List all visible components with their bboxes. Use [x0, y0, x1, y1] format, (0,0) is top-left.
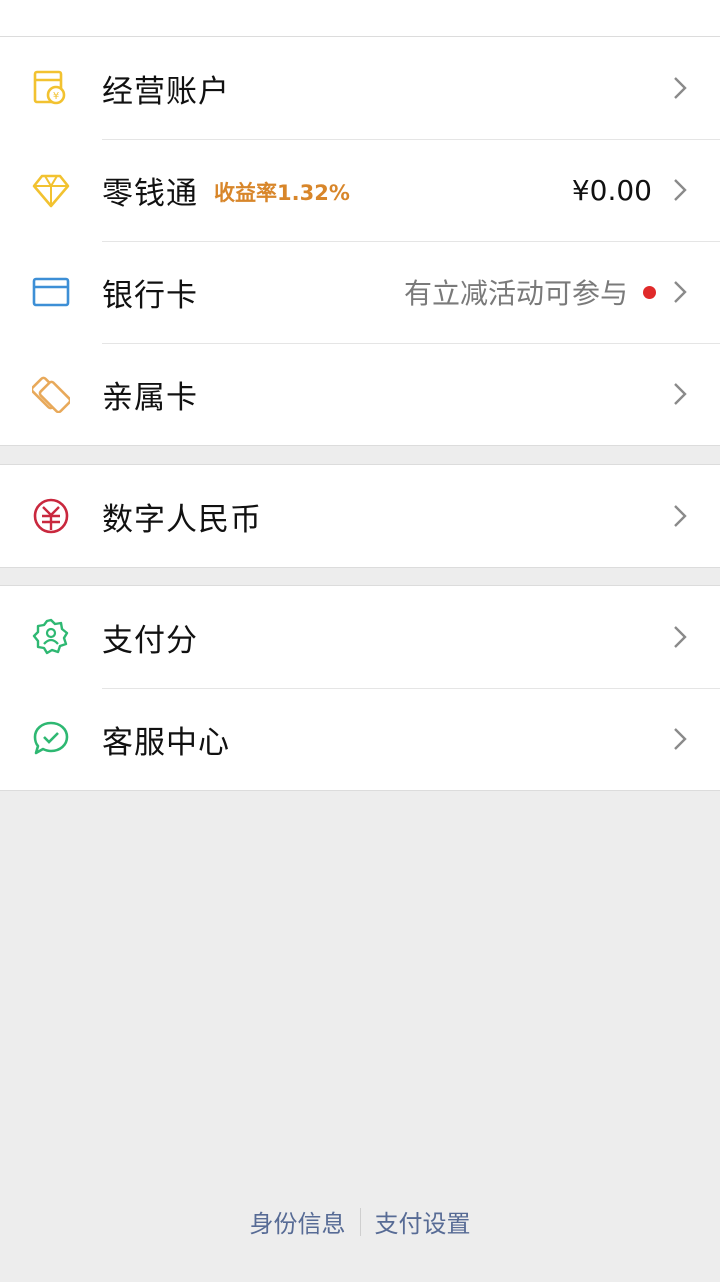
menu-item-business-account[interactable]: ¥ 经营账户: [0, 37, 720, 139]
menu-item-bank-card[interactable]: 银行卡 有立减活动可参与: [0, 241, 720, 343]
menu-item-pay-score[interactable]: 支付分: [0, 586, 720, 688]
menu-label: 数字人民币: [102, 501, 262, 538]
chevron-right-icon: [674, 179, 687, 201]
diamond-icon: [32, 174, 70, 208]
chevron-right-icon: [674, 626, 687, 648]
menu-item-family-card[interactable]: 亲属卡: [0, 343, 720, 445]
family-card-icon: [32, 376, 70, 413]
menu-item-digital-rmb[interactable]: 数字人民币: [0, 465, 720, 567]
bank-card-icon: [32, 277, 70, 307]
balance-value: ¥0.00: [571, 173, 652, 207]
services-group: 支付分 客服中心: [0, 585, 720, 791]
payment-settings-link[interactable]: 支付设置: [375, 1204, 471, 1239]
menu-label: 支付分: [102, 622, 198, 659]
business-account-icon: ¥: [33, 70, 66, 105]
top-partial-group: [0, 0, 720, 37]
menu-label: 银行卡: [102, 277, 198, 314]
digital-rmb-group: 数字人民币: [0, 464, 720, 568]
menu-label: 客服中心: [102, 724, 230, 761]
identity-info-link[interactable]: 身份信息: [250, 1204, 346, 1239]
chevron-right-icon: [674, 77, 687, 99]
chevron-right-icon: [674, 383, 687, 405]
pay-score-icon: [32, 618, 69, 655]
chevron-right-icon: [674, 728, 687, 750]
menu-item-lingqiantong[interactable]: 零钱通 收益率1.32% ¥0.00: [0, 139, 720, 241]
wallet-group: ¥ 经营账户 零钱通 收益率1.32% ¥0.00 银行卡 有立减活动可参与 亲属…: [0, 36, 720, 446]
menu-label: 经营账户: [102, 73, 230, 110]
chevron-right-icon: [674, 281, 687, 303]
divider: [359, 1207, 361, 1236]
red-dot-badge: [643, 285, 656, 299]
svg-text:¥: ¥: [53, 91, 59, 102]
menu-item-customer-service[interactable]: 客服中心: [0, 688, 720, 790]
menu-label: 亲属卡: [102, 379, 198, 416]
footer-links: 身份信息 支付设置: [0, 1204, 720, 1239]
digital-rmb-icon: [33, 498, 69, 534]
coin-icon: [32, 0, 70, 19]
chevron-right-icon: [674, 505, 687, 527]
customer-service-icon: [33, 721, 69, 755]
menu-label: 零钱通: [102, 175, 198, 212]
yield-rate-badge: 收益率1.32%: [214, 180, 350, 205]
promo-text: 有立减活动可参与: [403, 277, 628, 310]
